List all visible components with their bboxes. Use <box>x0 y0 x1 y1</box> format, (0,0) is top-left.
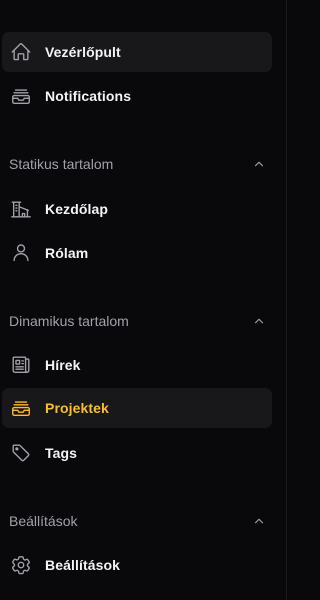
sidebar-nav: Vezérlőpult Notifications Statikus tarta… <box>0 0 287 600</box>
sidebar-item-projects[interactable]: Projektek <box>2 388 272 428</box>
group-label: Dinamikus tartalom <box>9 313 129 329</box>
chevron-up-icon <box>252 514 266 528</box>
gear-icon <box>10 554 32 576</box>
group-label: Statikus tartalom <box>9 156 114 172</box>
building-icon <box>10 198 32 220</box>
chevron-up-icon <box>252 157 266 171</box>
group-header-settings[interactable]: Beállítások <box>9 509 271 533</box>
sidebar-item-settings[interactable]: Beállítások <box>2 545 272 585</box>
user-icon <box>10 242 32 264</box>
sidebar-item-news[interactable]: Hírek <box>2 345 272 385</box>
sidebar-item-notifications[interactable]: Notifications <box>2 76 272 116</box>
newspaper-icon <box>10 354 32 376</box>
inbox-stack-icon <box>10 85 32 107</box>
sidebar-item-home-page[interactable]: Kezdőlap <box>2 189 272 229</box>
sidebar-item-label: Vezérlőpult <box>45 44 121 60</box>
chevron-up-icon <box>252 314 266 328</box>
sidebar-item-dashboard[interactable]: Vezérlőpult <box>2 32 272 72</box>
tag-icon <box>10 442 32 464</box>
sidebar-item-label: Notifications <box>45 88 132 104</box>
sidebar-item-label: Rólam <box>45 245 89 261</box>
group-label: Beállítások <box>9 513 78 529</box>
sidebar-item-label: Beállítások <box>45 557 121 573</box>
home-icon <box>10 41 32 63</box>
group-header-dynamic-content[interactable]: Dinamikus tartalom <box>9 309 271 333</box>
sidebar-item-label: Tags <box>45 445 78 461</box>
sidebar-item-about-me[interactable]: Rólam <box>2 233 272 273</box>
inbox-stack-icon <box>10 397 32 419</box>
sidebar-item-label: Hírek <box>45 357 81 373</box>
sidebar-item-tags[interactable]: Tags <box>2 433 272 473</box>
sidebar-item-label: Projektek <box>45 400 109 416</box>
sidebar-item-label: Kezdőlap <box>45 201 109 217</box>
group-header-static-content[interactable]: Statikus tartalom <box>9 152 271 176</box>
